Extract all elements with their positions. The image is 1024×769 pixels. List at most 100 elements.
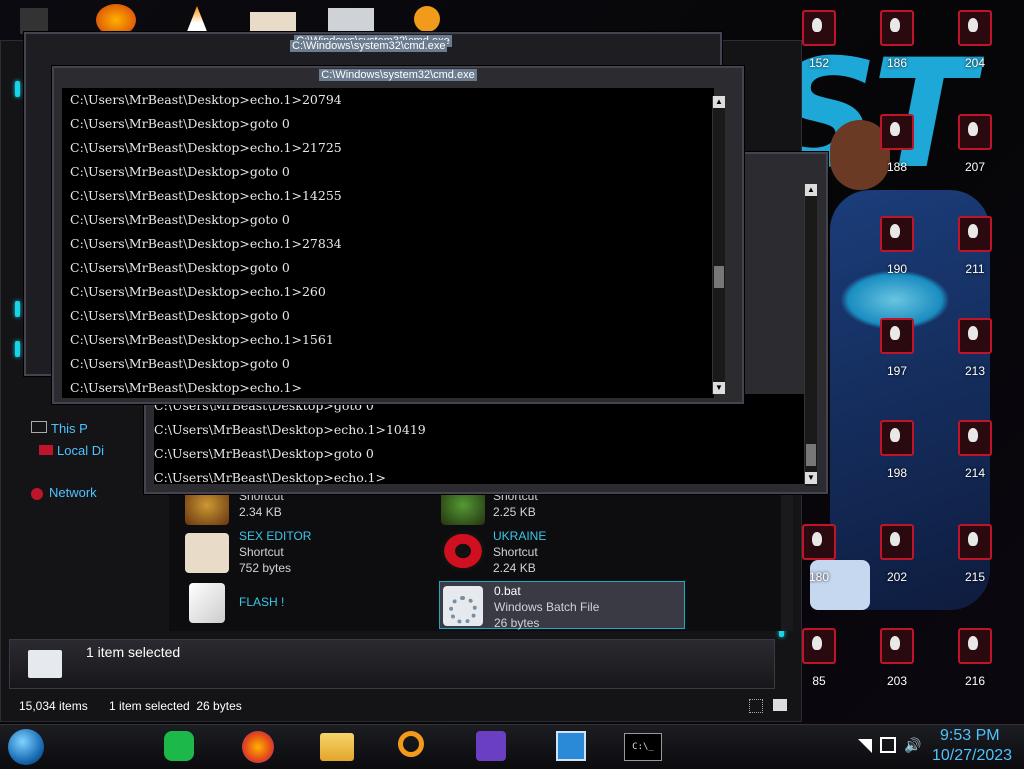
alienware-shortcut-icon (880, 114, 914, 150)
item-count: 15,034 items (19, 699, 88, 713)
desktop-icon-label: 213 (964, 364, 986, 378)
file-name: SEX EDITOR (239, 529, 312, 543)
file-explorer-taskbar-icon[interactable] (320, 733, 354, 761)
cmd-window-1-scrollbar[interactable]: ▲ ▼ (712, 96, 725, 394)
cmd-output-line: C:\Users\MrBeast\Desktop>echo.1>1561 (70, 332, 334, 347)
alienware-shortcut-icon (880, 628, 914, 664)
file-item-selected[interactable]: 0.bat Windows Batch File 26 bytes (439, 581, 685, 630)
desktop-icon[interactable]: 204 (940, 10, 1010, 106)
start-button[interactable] (8, 729, 44, 765)
hex-editor-icon (185, 533, 229, 573)
desktop-icon[interactable]: 207 (940, 114, 1010, 210)
gear-icon (449, 596, 477, 624)
desktop-icon[interactable]: 202 (862, 524, 932, 620)
frame-accent (15, 301, 20, 317)
scroll-up-button[interactable]: ▲ (805, 184, 817, 196)
scroll-thumb[interactable] (806, 444, 816, 466)
cmd-window-2-scrollbar[interactable]: ▲ ▼ (804, 184, 817, 486)
selected-file-icon (28, 650, 62, 678)
cmd-output-line: C:\Users\MrBeast\Desktop>goto 0 (70, 308, 290, 323)
cmd-taskbar-icon[interactable]: C:\_ (624, 733, 662, 761)
desktop-icon[interactable]: 197 (862, 318, 932, 414)
cmd-window-1-title: C:\Windows\system32\cmd.exe (319, 69, 477, 81)
alienware-shortcut-icon (880, 10, 914, 46)
alienware-shortcut-icon (958, 628, 992, 664)
file-type: Windows Batch File (494, 600, 600, 614)
file-name: 0.bat (494, 584, 521, 598)
clock-time[interactable]: 9:53 PM (940, 727, 1000, 745)
cmd-window-2-title: C:\Windows\system32\cmd.exe (290, 40, 448, 52)
desktop-icon[interactable]: 186 (862, 10, 932, 106)
cmd-window-2-output: C:\Users\MrBeast\Desktop>goto 0 C:\Users\… (154, 394, 804, 485)
flag-icon[interactable] (858, 739, 872, 753)
cmd-output-line: C:\Users\MrBeast\Desktop>echo.1>260 (70, 284, 326, 299)
cmd-output-line: C:\Users\MrBeast\Desktop>goto 0 (70, 260, 290, 275)
desktop-icon-label: 214 (964, 466, 986, 480)
cmd-output-line: C:\Users\MrBeast\Desktop>goto 0 (70, 116, 290, 131)
trophy-app-icon[interactable] (476, 731, 506, 761)
firefox-taskbar-icon[interactable] (242, 731, 274, 763)
photos-app-icon[interactable] (556, 731, 586, 761)
desktop-icon[interactable]: 203 (862, 628, 932, 724)
file-type: Shortcut (493, 545, 538, 559)
nav-network[interactable]: Network (31, 485, 97, 500)
file-name: UKRAINE (493, 529, 547, 543)
desktop-icon[interactable]: 198 (862, 420, 932, 516)
basketball-desktop-icon[interactable] (414, 6, 440, 32)
cmd-output-line: C:\Users\MrBeast\Desktop>goto 0 (70, 356, 290, 371)
cmd-window-1[interactable]: C:\Windows\system32\cmd.exe C:\Users\MrB… (52, 66, 744, 404)
cmd-output-line: C:\Users\MrBeast\Desktop>echo.1> (154, 470, 386, 485)
nav-this-pc[interactable]: This P (31, 421, 88, 436)
computer-icon (31, 421, 47, 433)
details-view-icon[interactable] (749, 699, 763, 713)
desktop-icon[interactable]: 211 (940, 216, 1010, 312)
notes-app-icon[interactable] (164, 731, 194, 761)
desktop-icon[interactable]: 215 (940, 524, 1010, 620)
flash-icon (189, 583, 225, 623)
scroll-thumb[interactable] (714, 266, 724, 288)
file-size: 2.24 KB (493, 561, 536, 575)
desktop-icon-label: 197 (886, 364, 908, 378)
desktop-icon-label: 207 (964, 160, 986, 174)
desktop-top-icon[interactable] (20, 8, 48, 34)
desktop-icon[interactable]: 214 (940, 420, 1010, 516)
file-item[interactable]: UKRAINE Shortcut 2.24 KB (441, 529, 681, 575)
alienware-shortcut-icon (958, 114, 992, 150)
desktop-icon[interactable]: 190 (862, 216, 932, 312)
details-pane: 1 item selected (9, 639, 775, 689)
file-size: 2.25 KB (493, 505, 536, 519)
desktop-icon-label: 216 (964, 674, 986, 688)
alienware-shortcut-icon (802, 628, 836, 664)
scroll-up-button[interactable]: ▲ (713, 96, 725, 108)
radiation-icon (441, 531, 485, 571)
file-name: FLASH ! (239, 595, 285, 609)
file-item[interactable]: FLASH ! (185, 581, 425, 625)
clock-date[interactable]: 10/27/2023 (932, 747, 1012, 765)
desktop-icon-label: 190 (886, 262, 908, 276)
search-magnifier-icon[interactable] (398, 731, 424, 757)
file-size: 752 bytes (239, 561, 292, 575)
scroll-down-button[interactable]: ▼ (805, 472, 817, 484)
nav-local-disk-label: Local Di (57, 443, 104, 458)
desktop-icon-label: 188 (886, 160, 908, 174)
drive-icon (39, 445, 53, 455)
cmd-window-1-output: C:\Users\MrBeast\Desktop>echo.1>20794 C:\… (62, 88, 714, 398)
cmd-output-line: C:\Users\MrBeast\Desktop>goto 0 (70, 212, 290, 227)
desktop-icon-label: 204 (964, 56, 986, 70)
desktop-icon[interactable]: 213 (940, 318, 1010, 414)
details-pane-text: 1 item selected (86, 644, 181, 660)
network-tray-icon[interactable] (880, 737, 896, 753)
volume-icon[interactable]: 🔊 (904, 737, 921, 753)
cmd-output-line: C:\Users\MrBeast\Desktop>echo.1>10419 (154, 422, 426, 437)
scroll-down-button[interactable]: ▼ (713, 382, 725, 394)
alienware-shortcut-icon (880, 524, 914, 560)
content-scrollbar[interactable] (781, 481, 793, 631)
desktop-icon[interactable]: 216 (940, 628, 1010, 724)
alienware-shortcut-icon (880, 216, 914, 252)
file-item[interactable]: SEX EDITOR Shortcut 752 bytes (185, 529, 425, 575)
alienware-shortcut-icon (958, 216, 992, 252)
nav-local-disk[interactable]: Local Di (39, 443, 104, 458)
desktop-icon[interactable]: 188 (862, 114, 932, 210)
large-icons-view-icon[interactable] (773, 699, 787, 711)
cmd-output-line: C:\Users\MrBeast\Desktop>goto 0 (154, 446, 374, 461)
